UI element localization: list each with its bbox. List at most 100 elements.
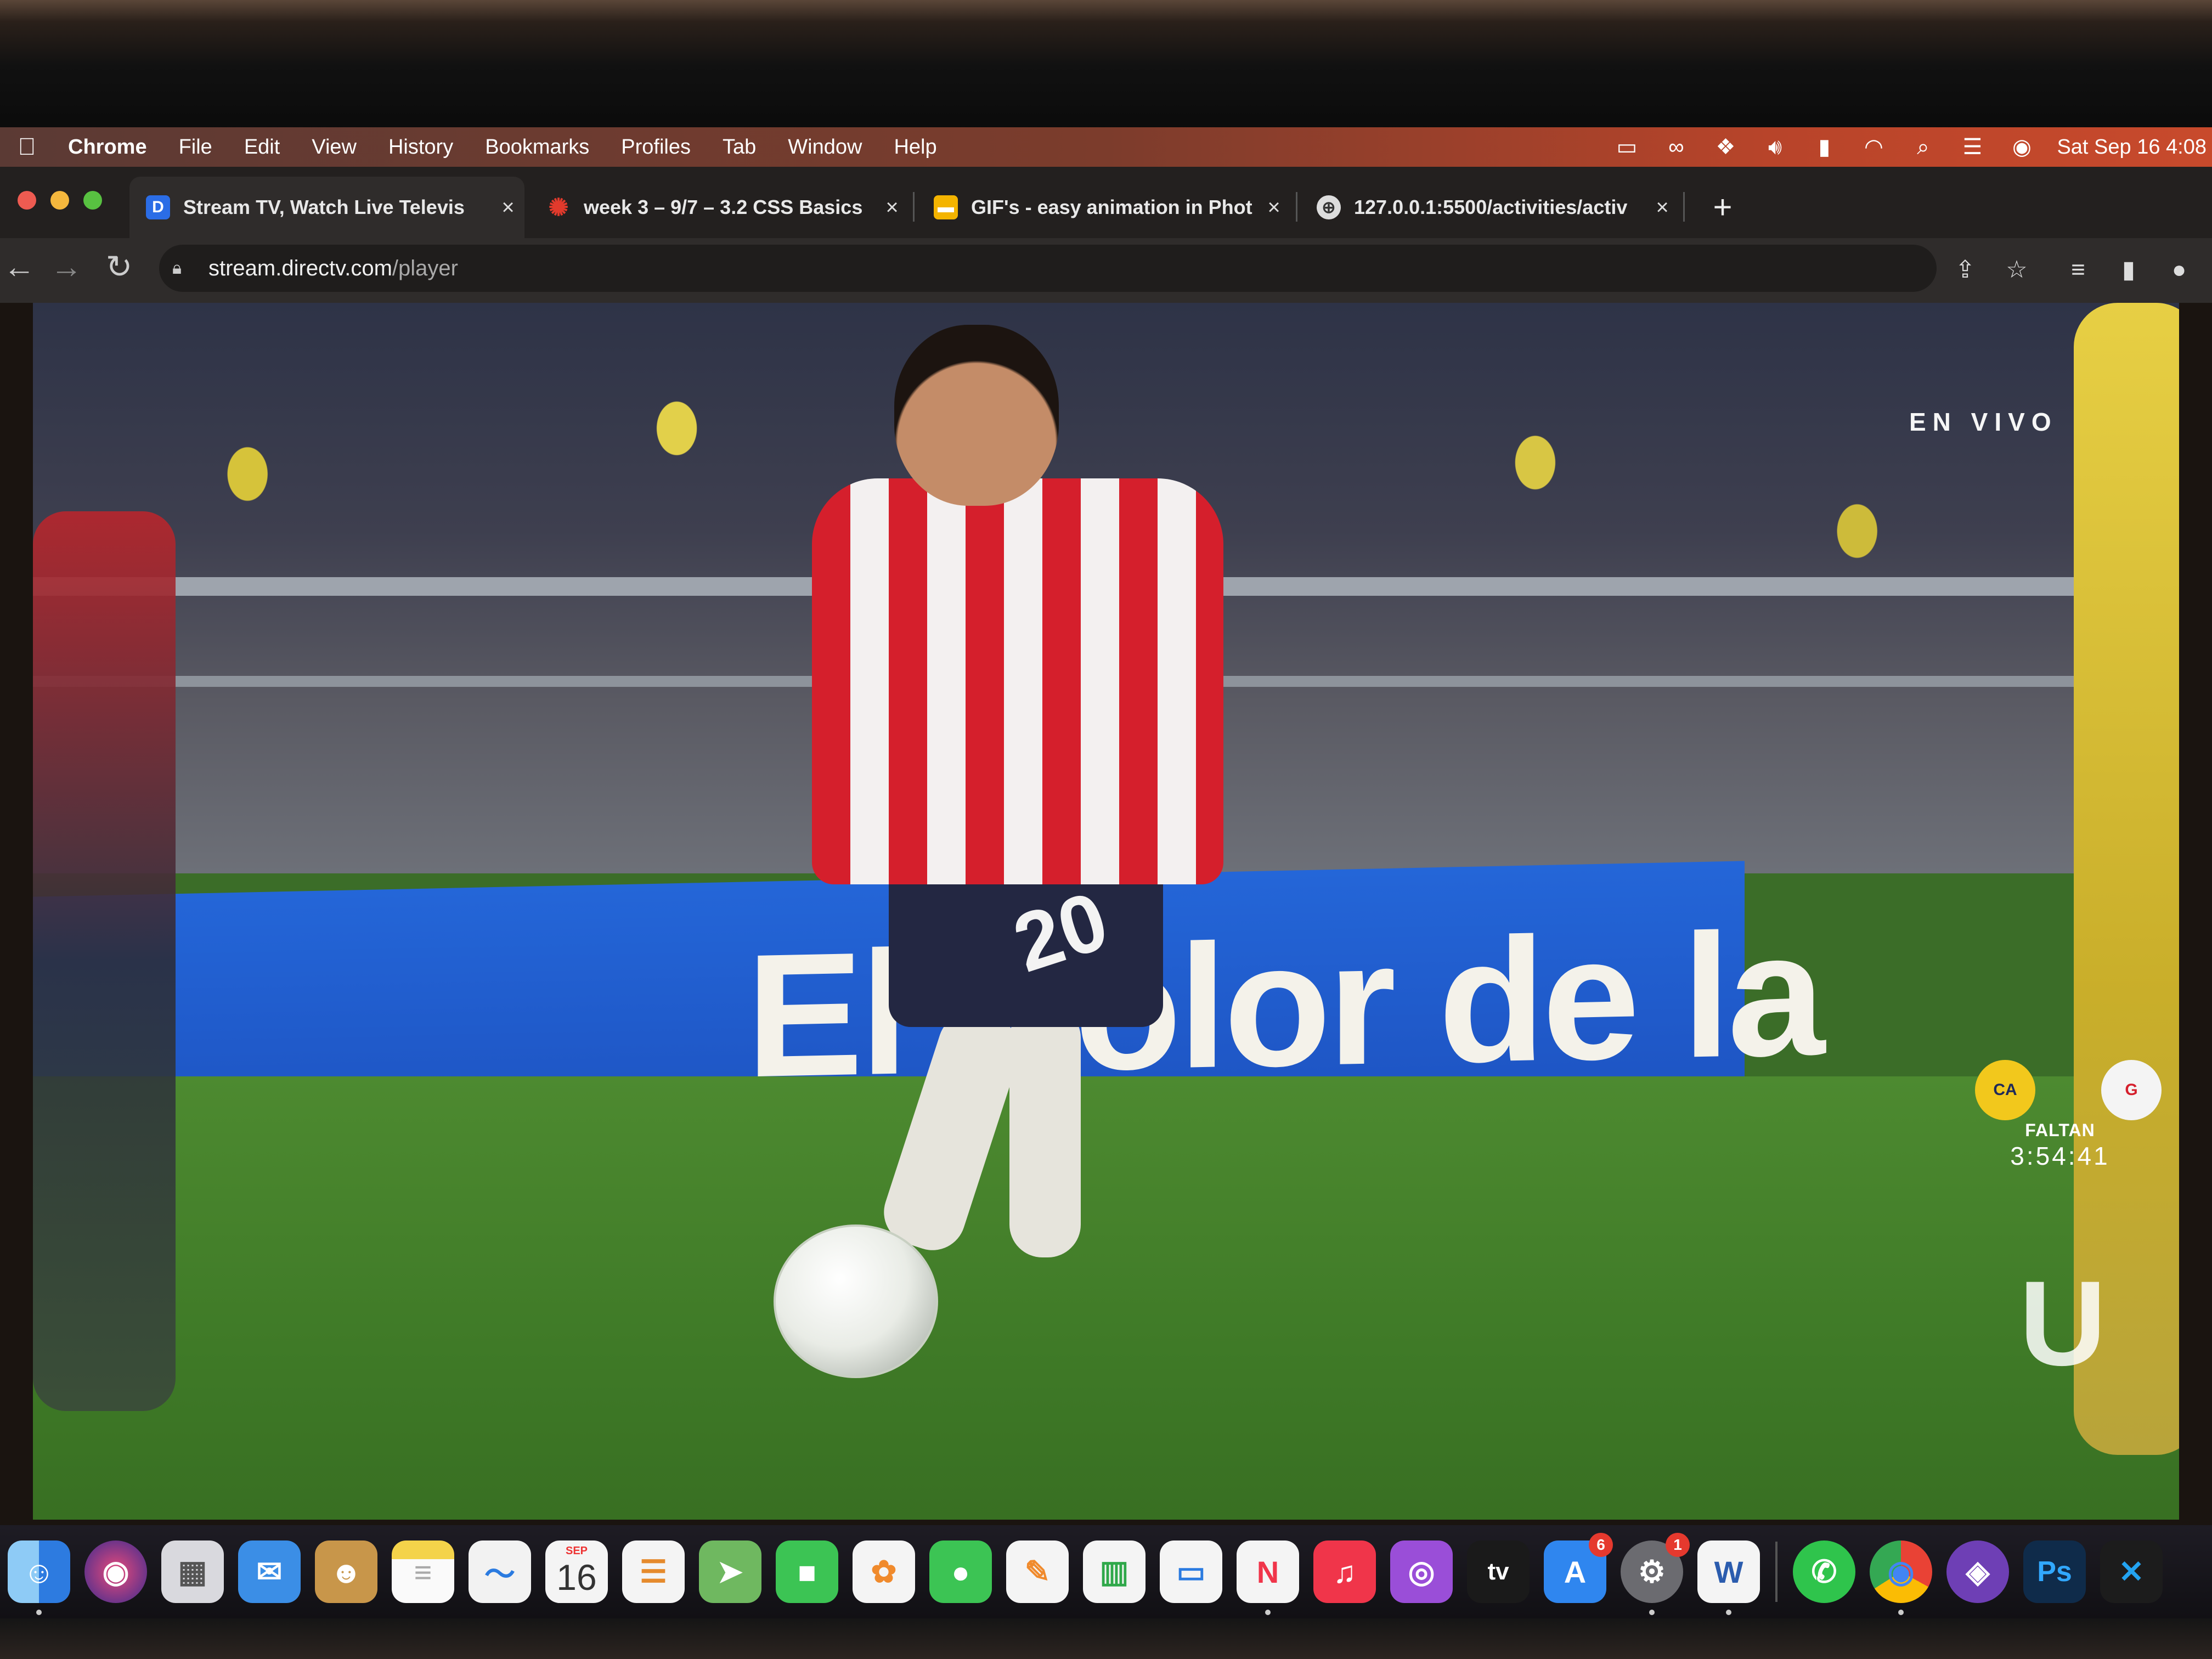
tab-gif-animation[interactable]: ▬ GIF's - easy animation in Phot × <box>917 177 1290 238</box>
menu-window[interactable]: Window <box>788 136 862 159</box>
podcasts-icon: ◎ <box>1408 1554 1435 1589</box>
macos-dock: ☺ ◉ ▦ ✉ ☻ ≡ 〜 SEP 16 ☰ ➤ ■ ✿ ● ✎ ▥ ▭ N ♫… <box>0 1525 2212 1618</box>
bookmark-star-icon[interactable]: ☆ <box>2001 255 2032 285</box>
dock-system-settings[interactable]: ⚙ 1 <box>1621 1533 1690 1615</box>
football-pitch <box>33 1076 2179 1520</box>
menu-help[interactable]: Help <box>894 136 936 159</box>
spotlight-search-icon[interactable]: ⌕ <box>1909 135 1937 159</box>
battery-icon[interactable]: ▮ <box>1810 135 1838 159</box>
dock-pages[interactable]: ✎ <box>1006 1541 1069 1603</box>
dock-vscode[interactable]: ✕ <box>2100 1541 2163 1603</box>
side-panel-icon[interactable]: ▮ <box>2113 255 2144 285</box>
directv-favicon-icon: D <box>146 195 170 219</box>
slides-favicon-icon: ▬ <box>934 195 958 219</box>
dock-calendar[interactable]: SEP 16 <box>545 1541 608 1603</box>
volume-icon[interactable]: 🔊︎ <box>1760 135 1789 159</box>
apple-icon[interactable]:  <box>8 133 46 161</box>
tab-directv[interactable]: D Stream TV, Watch Live Televis × <box>129 177 524 238</box>
dock-app-store[interactable]: A6 <box>1544 1533 1613 1603</box>
opponent-player-left <box>33 511 176 1411</box>
lock-icon[interactable]: 🔒︎ <box>172 258 194 279</box>
dock-github-desktop[interactable]: ◈ <box>1946 1541 2009 1603</box>
dock-news[interactable]: N <box>1237 1541 1299 1615</box>
tab-localhost[interactable]: ⊕ 127.0.0.1:5500/activities/activ × <box>1300 177 1679 238</box>
back-button[interactable]: ← <box>0 248 38 286</box>
pages-icon: ✎ <box>1024 1554 1051 1589</box>
share-icon[interactable]: ⇪ <box>1950 255 1980 285</box>
dock-podcasts[interactable]: ◎ <box>1390 1541 1453 1603</box>
forward-button[interactable]: → <box>47 248 86 286</box>
messages-icon: ● <box>951 1554 970 1589</box>
menubar-clock[interactable]: Sat Sep 16 4:08 <box>2057 136 2207 159</box>
menu-edit[interactable]: Edit <box>244 136 280 159</box>
vscode-icon: ✕ <box>2118 1554 2145 1589</box>
window-zoom-button[interactable] <box>83 191 102 210</box>
apple-tv-icon: tv <box>1487 1558 1509 1585</box>
tab-title: GIF's - easy animation in Phot <box>971 196 1252 218</box>
notification-badge: 6 <box>1589 1533 1613 1557</box>
dock-reminders[interactable]: ☰ <box>622 1541 685 1603</box>
window-close-button[interactable] <box>18 191 36 210</box>
url-path: /player <box>392 256 458 280</box>
dock-apple-tv[interactable]: tv <box>1467 1541 1530 1603</box>
creative-cloud-icon[interactable]: ∞ <box>1662 135 1690 159</box>
dock-notes[interactable]: ≡ <box>392 1541 454 1603</box>
dock-facetime[interactable]: ■ <box>776 1541 838 1603</box>
menu-view[interactable]: View <box>312 136 357 159</box>
wifi-icon[interactable]: ◠ <box>1859 135 1888 159</box>
menu-history[interactable]: History <box>388 136 453 159</box>
address-url[interactable]: stream.directv.com/player <box>208 256 458 281</box>
profile-icon[interactable]: ● <box>2164 255 2194 285</box>
dock-maps[interactable]: ➤ <box>699 1541 761 1603</box>
calendar-month: SEP <box>565 1545 588 1557</box>
new-tab-button[interactable]: + <box>1706 191 1739 224</box>
dock-mail[interactable]: ✉ <box>238 1541 301 1603</box>
tab-css-basics[interactable]: ✺ week 3 – 9/7 – 3.2 CSS Basics × <box>530 177 909 238</box>
siri-icon[interactable]: ◉ <box>2007 135 2036 159</box>
siri-icon: ◉ <box>102 1554 129 1589</box>
music-icon: ♫ <box>1333 1554 1356 1589</box>
dock-messages[interactable]: ● <box>929 1541 992 1603</box>
tab-close-icon[interactable]: × <box>492 195 524 220</box>
running-indicator <box>1726 1610 1731 1615</box>
maps-icon: ➤ <box>717 1554 743 1589</box>
reading-list-icon[interactable]: ≡ <box>2063 255 2094 285</box>
player-jersey <box>812 478 1223 884</box>
tab-separator <box>913 192 915 222</box>
finder-icon: ☺ <box>23 1554 55 1589</box>
address-bar[interactable]: 🔒︎ stream.directv.com/player <box>159 245 1937 292</box>
control-center-icon[interactable]: ☰ <box>1958 135 1987 159</box>
dock-whatsapp[interactable]: ✆ <box>1793 1541 1855 1603</box>
menu-app-name[interactable]: Chrome <box>68 136 147 159</box>
dock-contacts[interactable]: ☻ <box>315 1541 377 1603</box>
launchpad-icon: ▦ <box>178 1554 207 1589</box>
screen-bezel-top <box>0 0 2212 132</box>
dock-launchpad[interactable]: ▦ <box>161 1541 224 1603</box>
menu-file[interactable]: File <box>179 136 212 159</box>
tab-close-icon[interactable]: × <box>1257 195 1290 220</box>
dock-photoshop[interactable]: Ps <box>2023 1541 2086 1603</box>
dock-numbers[interactable]: ▥ <box>1083 1541 1146 1603</box>
window-minimize-button[interactable] <box>50 191 69 210</box>
menu-profiles[interactable]: Profiles <box>621 136 691 159</box>
dock-siri[interactable]: ◉ <box>84 1541 147 1603</box>
dropbox-icon[interactable]: ❖ <box>1711 135 1740 159</box>
dock-word[interactable]: W <box>1697 1541 1760 1615</box>
dock-chrome[interactable]: ◉ <box>1870 1541 1932 1615</box>
screen-mirroring-icon[interactable]: ▭ <box>1612 135 1641 159</box>
dock-separator <box>1775 1542 1778 1602</box>
video-player[interactable]: El Color de la 20 EN VIVO CA G FALTAN 3:… <box>33 303 2179 1520</box>
dock-music[interactable]: ♫ <box>1313 1541 1376 1603</box>
menu-tab[interactable]: Tab <box>723 136 756 159</box>
dock-freeform[interactable]: 〜 <box>469 1541 531 1603</box>
tab-separator <box>1683 192 1685 222</box>
menu-bookmarks[interactable]: Bookmarks <box>485 136 589 159</box>
reload-button[interactable]: ↻ <box>100 248 138 286</box>
tab-close-icon[interactable]: × <box>876 195 909 220</box>
tab-close-icon[interactable]: × <box>1646 195 1679 220</box>
dock-finder[interactable]: ☺ <box>8 1541 70 1615</box>
calendar-day: 16 <box>556 1557 597 1598</box>
running-indicator <box>36 1610 42 1615</box>
dock-photos[interactable]: ✿ <box>853 1541 915 1603</box>
dock-keynote[interactable]: ▭ <box>1160 1541 1222 1603</box>
